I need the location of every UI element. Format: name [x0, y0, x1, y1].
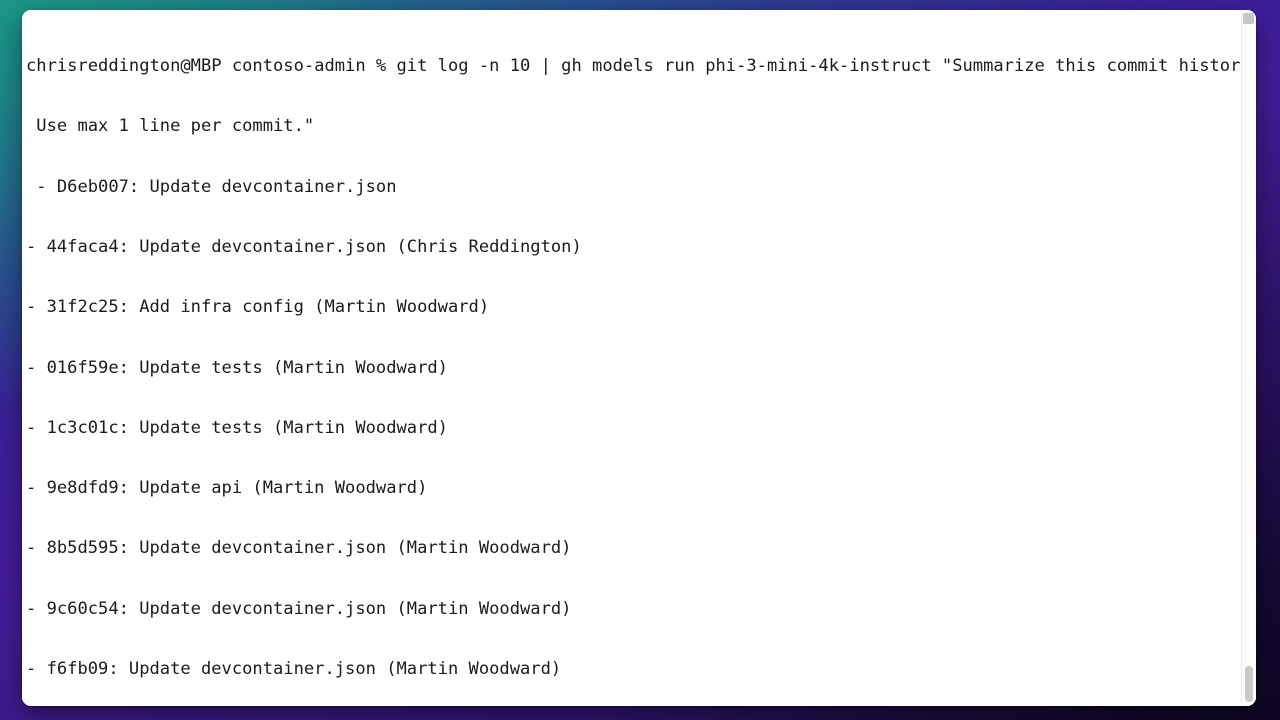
scrollbar-thumb-bottom[interactable] [1245, 666, 1253, 702]
terminal-line: - 9c60c54: Update devcontainer.json (Mar… [26, 598, 572, 619]
terminal-line: - f6fb09: Update devcontainer.json (Mart… [26, 659, 562, 679]
terminal-window[interactable]: chrisreddington@MBP contoso-admin % git … [22, 10, 1256, 706]
terminal-line: - 016f59e: Update tests (Martin Woodward… [26, 357, 448, 378]
terminal-line: chrisreddington@MBP contoso-admin % git … [26, 56, 1256, 77]
terminal-line: - 31f2c25: Add infra config (Martin Wood… [26, 297, 490, 318]
terminal-line: - 1c3c01c: Update tests (Martin Woodward… [26, 417, 448, 438]
terminal-line: - 9e8dfd9: Update api (Martin Woodward) [26, 478, 428, 499]
vertical-scrollbar[interactable] [1241, 10, 1256, 706]
scrollbar-thumb-top[interactable] [1243, 13, 1254, 24]
terminal-body[interactable]: chrisreddington@MBP contoso-admin % git … [22, 10, 1256, 706]
terminal-line: - 44faca4: Update devcontainer.json (Chr… [26, 237, 582, 258]
terminal-output: chrisreddington@MBP contoso-admin % git … [22, 16, 1256, 706]
terminal-line: - D6eb007: Update devcontainer.json [26, 176, 397, 197]
terminal-line: - 8b5d595: Update devcontainer.json (Mar… [26, 538, 572, 559]
terminal-line: Use max 1 line per commit." [26, 116, 315, 137]
desktop-background: chrisreddington@MBP contoso-admin % git … [0, 0, 1280, 720]
